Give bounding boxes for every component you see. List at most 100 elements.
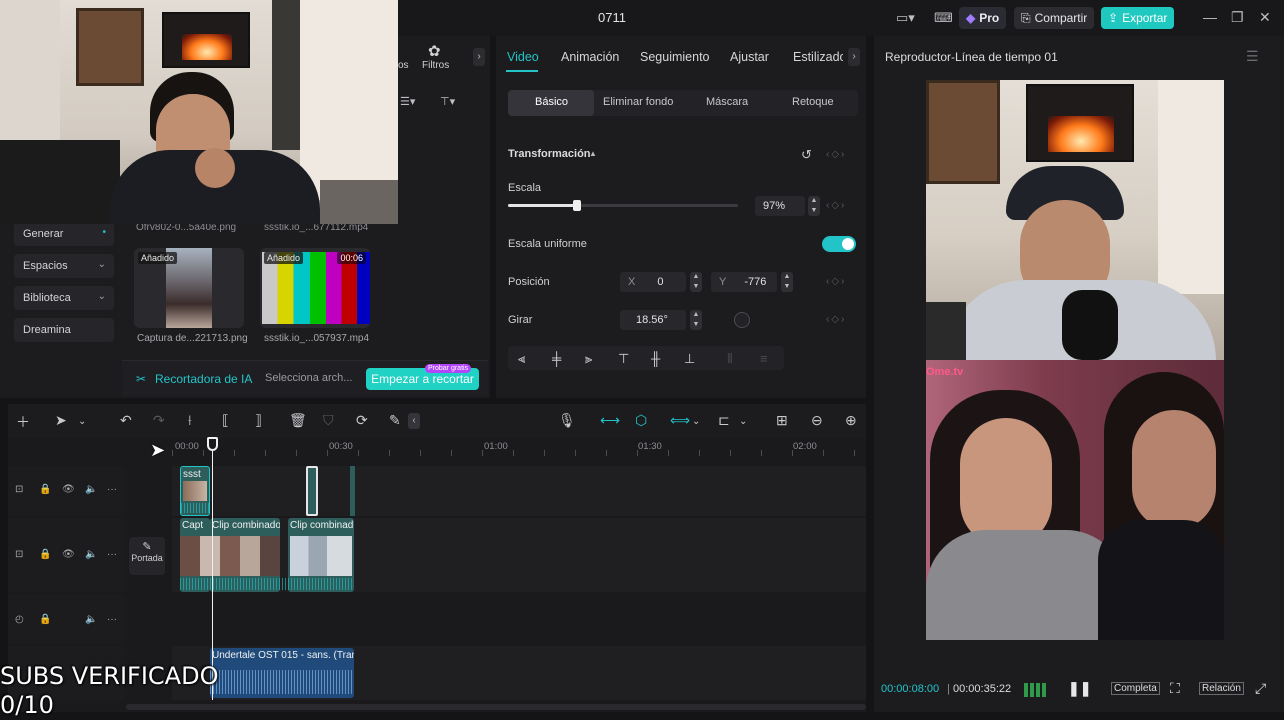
position-x-stepper[interactable]: ▲ ▼ bbox=[690, 272, 702, 292]
lock-icon[interactable]: 🔒 bbox=[39, 484, 51, 495]
preview-top-video[interactable] bbox=[926, 80, 1224, 360]
chevron-down-icon[interactable]: ⌄ bbox=[692, 416, 700, 427]
link-main-track-icon[interactable]: ⟷ bbox=[600, 412, 620, 429]
overlay-clip[interactable]: ssst bbox=[180, 466, 210, 516]
chevron-down-icon[interactable]: ⌄ bbox=[78, 416, 86, 427]
select-tool-icon[interactable]: ➤ bbox=[55, 412, 67, 429]
position-y-field[interactable]: Y -776 bbox=[711, 272, 777, 292]
chevron-up-icon[interactable]: ▲ bbox=[589, 149, 597, 158]
minimize-icon[interactable]: — bbox=[1203, 9, 1217, 25]
split-icon[interactable]: ⟊ bbox=[188, 412, 192, 429]
tabs-scroll-right-icon[interactable]: › bbox=[473, 48, 485, 66]
audio-clip[interactable]: Undertale OST 015 - sans. (Tranq bbox=[210, 648, 354, 698]
eye-icon[interactable]: 👁 bbox=[62, 484, 75, 495]
scale-slider-handle[interactable] bbox=[573, 200, 581, 211]
trim-left-icon[interactable]: ⟦ bbox=[222, 412, 229, 429]
rotation-dial-icon[interactable] bbox=[734, 312, 750, 328]
keyframe-icon[interactable]: ‹◇› bbox=[826, 200, 846, 211]
filters-tab[interactable]: Filtros bbox=[422, 60, 449, 71]
pen-icon[interactable]: ✎ bbox=[389, 412, 401, 429]
cover-button[interactable]: ✎ Portada bbox=[129, 537, 165, 575]
scale-slider[interactable] bbox=[508, 200, 738, 211]
tab-adjust[interactable]: Ajustar bbox=[730, 50, 769, 64]
lock-icon[interactable]: 🔒 bbox=[39, 614, 51, 625]
media-item[interactable]: Añadido bbox=[134, 248, 244, 328]
keyframe-icon[interactable]: ‹◇› bbox=[826, 149, 846, 160]
timeline-scrollbar[interactable] bbox=[126, 704, 866, 710]
keyframe-icon[interactable]: ‹◇› bbox=[826, 276, 846, 287]
scale-stepper[interactable]: ▲ ▼ bbox=[808, 196, 820, 216]
media-tab-partial[interactable]: os bbox=[398, 60, 409, 71]
trim-right-icon[interactable]: ⟧ bbox=[255, 412, 262, 429]
subtab-basic[interactable]: Básico bbox=[535, 96, 568, 108]
subtab-remove-bg[interactable]: Eliminar fondo bbox=[603, 96, 673, 108]
more-icon[interactable]: ··· bbox=[107, 549, 117, 560]
zoom-out-icon[interactable]: ⊖ bbox=[811, 412, 823, 429]
tab-animation[interactable]: Animación bbox=[561, 50, 619, 64]
scale-value-field[interactable]: 97% bbox=[755, 196, 805, 216]
layout-icon[interactable]: ▭▾ bbox=[896, 10, 915, 26]
playhead-handle[interactable] bbox=[207, 437, 218, 451]
subtab-mask[interactable]: Máscara bbox=[706, 96, 748, 108]
close-icon[interactable]: ✕ bbox=[1259, 9, 1271, 26]
fullscreen-icon[interactable]: ⤢ bbox=[1255, 680, 1266, 697]
menu-icon[interactable]: ☰ bbox=[1246, 48, 1259, 65]
keyboard-icon[interactable]: ⌨ bbox=[934, 10, 953, 26]
add-icon[interactable]: ＋ bbox=[16, 412, 30, 432]
tab-tracking[interactable]: Seguimiento bbox=[640, 50, 710, 64]
uniform-scale-toggle[interactable] bbox=[822, 236, 856, 252]
transform-section-title[interactable]: Transformación bbox=[508, 148, 591, 160]
align-top-icon[interactable]: ⊤ bbox=[618, 351, 629, 367]
speaker-icon[interactable]: 🔈 bbox=[85, 614, 97, 625]
subtab-retouch[interactable]: Retoque bbox=[792, 96, 834, 108]
lock-icon[interactable]: 🔒 bbox=[39, 549, 51, 560]
eye-icon[interactable]: 👁 bbox=[62, 549, 75, 560]
sidebar-item-spaces[interactable]: Espacios ⌄ bbox=[14, 254, 114, 278]
fit-screen-icon[interactable]: ⛶ bbox=[1170, 680, 1180, 697]
playhead[interactable] bbox=[212, 438, 213, 700]
zoom-in-icon[interactable]: ⊕ bbox=[845, 412, 857, 429]
share-button[interactable]: ⎘ Compartir bbox=[1014, 7, 1095, 29]
preview-axis-icon[interactable]: ⊏ bbox=[718, 412, 730, 429]
media-item[interactable]: Añadido 00:06 bbox=[260, 248, 370, 328]
align-bottom-icon[interactable]: ⊥ bbox=[684, 351, 695, 367]
rotate-stepper[interactable]: ▲ ▼ bbox=[690, 310, 702, 330]
undo-icon[interactable]: ↶ bbox=[120, 412, 132, 429]
magnet-icon[interactable]: ⬡ bbox=[635, 412, 647, 429]
position-y-stepper[interactable]: ▲ ▼ bbox=[781, 272, 793, 292]
align-left-icon[interactable]: ⫷ bbox=[518, 351, 525, 367]
keyframe-icon[interactable]: ‹◇› bbox=[826, 314, 846, 325]
crop-icon[interactable]: ⟳ bbox=[356, 412, 368, 429]
rotate-value-field[interactable]: 18.56° bbox=[620, 310, 686, 330]
reset-icon[interactable]: ↺ bbox=[801, 147, 812, 163]
filters-icon[interactable]: ✿ bbox=[428, 42, 441, 60]
speaker-icon[interactable]: 🔈 bbox=[85, 549, 97, 560]
chevron-down-icon[interactable]: ⌄ bbox=[739, 416, 747, 427]
pro-button[interactable]: ◆ Pro bbox=[959, 7, 1007, 29]
tabs-scroll-right-icon[interactable]: › bbox=[848, 48, 860, 66]
position-x-field[interactable]: X 0 bbox=[620, 272, 686, 292]
sort-icon[interactable]: ☰▾ bbox=[400, 95, 415, 108]
align-right-icon[interactable]: ⫸ bbox=[585, 351, 592, 367]
aspect-ratio-button[interactable]: Relación bbox=[1199, 682, 1244, 695]
more-icon[interactable]: ··· bbox=[107, 614, 117, 625]
more-icon[interactable]: ··· bbox=[107, 484, 117, 495]
toolbar-collapse-icon[interactable]: ‹ bbox=[408, 413, 420, 429]
sidebar-item-library[interactable]: Biblioteca ⌄ bbox=[14, 286, 114, 310]
align-center-h-icon[interactable]: ╪ bbox=[552, 351, 561, 366]
delete-icon[interactable]: 🗑 bbox=[289, 412, 307, 429]
preview-bottom-video[interactable]: Ome.tv bbox=[926, 360, 1224, 640]
thumbnail-view-icon[interactable]: ⊞ bbox=[776, 412, 788, 429]
maximize-icon[interactable]: ❐ bbox=[1231, 9, 1244, 26]
sidebar-item-dreamina[interactable]: Dreamina bbox=[14, 318, 114, 342]
overlay-clip-edge[interactable] bbox=[350, 466, 355, 516]
file-select-text[interactable]: Selecciona arch... bbox=[265, 372, 352, 384]
align-center-v-icon[interactable]: ╫ bbox=[651, 351, 660, 366]
overlay-clip-small[interactable] bbox=[306, 466, 318, 516]
speaker-icon[interactable]: 🔈 bbox=[85, 484, 97, 495]
full-quality-button[interactable]: Completa bbox=[1111, 682, 1160, 695]
tab-stylize[interactable]: Estilizado bbox=[793, 50, 843, 64]
filter-type-icon[interactable]: ⊤▾ bbox=[440, 95, 455, 108]
pause-icon[interactable]: ❚❚ bbox=[1068, 680, 1091, 697]
linkage-icon[interactable]: ⟺ bbox=[670, 412, 690, 429]
